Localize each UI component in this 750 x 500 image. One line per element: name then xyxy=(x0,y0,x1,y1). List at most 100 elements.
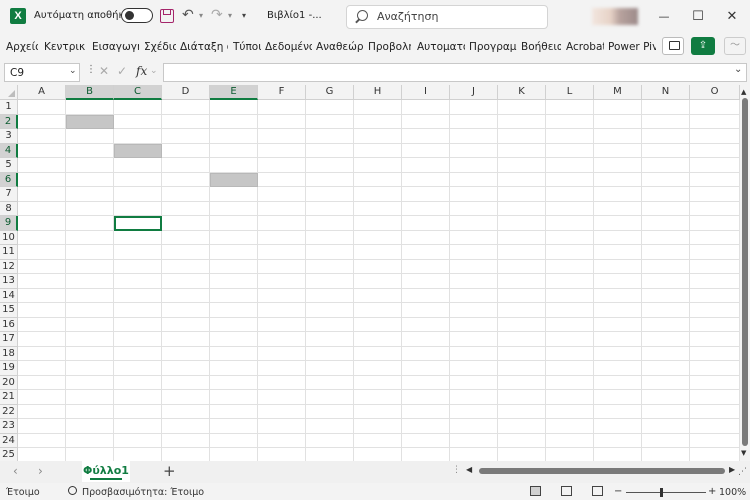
tab-review[interactable]: Αναθεώρηση xyxy=(316,41,364,53)
tab-developer[interactable]: Προγραμματιστής xyxy=(469,41,517,53)
column-header[interactable]: J xyxy=(450,85,498,100)
add-sheet-button[interactable]: + xyxy=(163,462,176,480)
row-header[interactable]: 13 xyxy=(0,274,18,289)
zoom-in-button[interactable]: + xyxy=(708,486,716,497)
zoom-level[interactable]: 100% xyxy=(719,487,746,498)
scroll-up-icon[interactable]: ▲ xyxy=(741,88,746,96)
column-header[interactable]: A xyxy=(18,85,66,100)
avatar[interactable] xyxy=(592,8,638,25)
row-header[interactable]: 20 xyxy=(0,375,18,390)
column-header[interactable]: E xyxy=(210,85,258,100)
minimize-button[interactable]: — xyxy=(652,7,676,27)
row-header[interactable]: 8 xyxy=(0,201,18,216)
column-header[interactable]: O xyxy=(690,85,740,100)
column-header[interactable]: I xyxy=(402,85,450,100)
select-all-button[interactable] xyxy=(0,85,18,100)
redo-icon[interactable]: ↷ xyxy=(211,7,223,23)
row-header[interactable]: 5 xyxy=(0,158,18,173)
tab-power-pivot[interactable]: Power Pivot xyxy=(608,41,656,53)
column-header[interactable]: D xyxy=(162,85,210,100)
autosave-toggle[interactable] xyxy=(121,8,153,23)
tab-file[interactable]: Αρχείο xyxy=(6,41,38,53)
row-header[interactable]: 12 xyxy=(0,259,18,274)
row-header[interactable]: 10 xyxy=(0,230,18,245)
zoom-slider[interactable] xyxy=(626,492,706,493)
tab-formulas[interactable]: Τύποι xyxy=(233,41,261,53)
column-header[interactable]: M xyxy=(594,85,642,100)
row-header[interactable]: 15 xyxy=(0,303,18,318)
row-header[interactable]: 6 xyxy=(0,172,18,187)
share-button[interactable]: ⇪ xyxy=(691,37,715,55)
search-box[interactable]: Αναζήτηση xyxy=(346,5,548,29)
formula-bar-options-icon[interactable]: ⋮ xyxy=(86,64,96,75)
page-layout-view-icon[interactable] xyxy=(561,486,572,496)
tab-automate[interactable]: Αυτοματοποίηση xyxy=(417,41,465,53)
zoom-out-button[interactable]: − xyxy=(614,486,622,497)
next-sheet-icon[interactable]: › xyxy=(38,464,43,478)
row-header[interactable]: 4 xyxy=(0,143,18,158)
tab-view[interactable]: Προβολή xyxy=(368,41,411,53)
sheet-tab[interactable]: Φύλλο1 xyxy=(82,461,130,482)
tab-split-handle[interactable]: ⋮ xyxy=(452,465,461,475)
row-header[interactable]: 9 xyxy=(0,216,18,231)
normal-view-icon[interactable] xyxy=(530,486,541,496)
filled-cell[interactable] xyxy=(66,114,114,129)
column-header[interactable]: L xyxy=(546,85,594,100)
tab-draw[interactable]: Σχέδιο xyxy=(144,41,176,53)
more-options-button[interactable]: 〜 xyxy=(724,37,746,55)
scroll-down-icon[interactable]: ▼ xyxy=(741,449,746,457)
save-icon[interactable] xyxy=(160,9,174,23)
filled-cell[interactable] xyxy=(114,143,162,158)
undo-dropdown-icon[interactable]: ▾ xyxy=(199,11,203,20)
row-header[interactable]: 16 xyxy=(0,317,18,332)
enter-icon[interactable]: ✓ xyxy=(117,64,127,78)
column-header[interactable]: G xyxy=(306,85,354,100)
column-header[interactable]: N xyxy=(642,85,690,100)
column-header[interactable]: K xyxy=(498,85,546,100)
comments-button[interactable] xyxy=(662,37,684,55)
row-header[interactable]: 17 xyxy=(0,332,18,347)
row-header[interactable]: 19 xyxy=(0,361,18,376)
row-header[interactable]: 3 xyxy=(0,129,18,144)
row-header[interactable]: 11 xyxy=(0,245,18,260)
tab-home[interactable]: Κεντρική xyxy=(44,41,86,53)
page-break-view-icon[interactable] xyxy=(592,486,603,496)
close-button[interactable]: ✕ xyxy=(720,7,744,27)
row-header[interactable]: 24 xyxy=(0,433,18,448)
row-header[interactable]: 23 xyxy=(0,419,18,434)
customize-qat-icon[interactable]: ▾ xyxy=(242,11,246,20)
scroll-left-icon[interactable]: ◀ xyxy=(466,465,472,474)
accessibility-status[interactable]: Προσβασιμότητα: Έτοιμο xyxy=(82,487,204,498)
row-header[interactable]: 7 xyxy=(0,187,18,202)
tab-insert[interactable]: Εισαγωγή xyxy=(92,41,139,53)
worksheet-grid[interactable]: A B C D E F G H I J K L M N O 1 2 3 4 5 6 7 8 9 10 11 12 13 14 15 16 17… xyxy=(0,85,740,461)
insert-function-icon[interactable]: fx xyxy=(136,64,147,78)
prev-sheet-icon[interactable]: ‹ xyxy=(13,464,18,478)
redo-dropdown-icon[interactable]: ▾ xyxy=(228,11,232,20)
undo-icon[interactable]: ↶ xyxy=(182,7,194,23)
column-header[interactable]: C xyxy=(114,85,162,100)
row-header[interactable]: 25 xyxy=(0,448,18,461)
row-header[interactable]: 18 xyxy=(0,346,18,361)
name-box[interactable]: C9 ⌄ xyxy=(4,63,80,82)
row-header[interactable]: 22 xyxy=(0,404,18,419)
column-header[interactable]: B xyxy=(66,85,114,100)
scroll-right-icon[interactable]: ▶ xyxy=(729,465,735,474)
row-header[interactable]: 21 xyxy=(0,390,18,405)
chevron-down-icon[interactable]: ⌄ xyxy=(69,66,77,76)
tab-acrobat[interactable]: Acrobat xyxy=(566,41,604,53)
row-header[interactable]: 1 xyxy=(0,100,18,115)
document-title[interactable]: Βιβλίο1 -... xyxy=(267,10,322,21)
zoom-slider-thumb[interactable] xyxy=(660,488,663,497)
vertical-scroll-thumb[interactable] xyxy=(742,98,748,446)
horizontal-scroll-thumb[interactable] xyxy=(479,468,725,474)
column-header[interactable]: H xyxy=(354,85,402,100)
row-header[interactable]: 2 xyxy=(0,114,18,129)
filled-cell[interactable] xyxy=(210,172,258,187)
expand-formula-bar-icon[interactable]: ⌄ xyxy=(734,64,742,75)
tab-help[interactable]: Βοήθεια xyxy=(521,41,561,53)
tab-data[interactable]: Δεδομένα xyxy=(265,41,312,53)
cancel-icon[interactable]: ✕ xyxy=(99,64,109,78)
function-dropdown-icon[interactable]: ⌄ xyxy=(150,66,158,76)
tab-page-layout[interactable]: Διάταξη σελίδας xyxy=(180,41,228,53)
